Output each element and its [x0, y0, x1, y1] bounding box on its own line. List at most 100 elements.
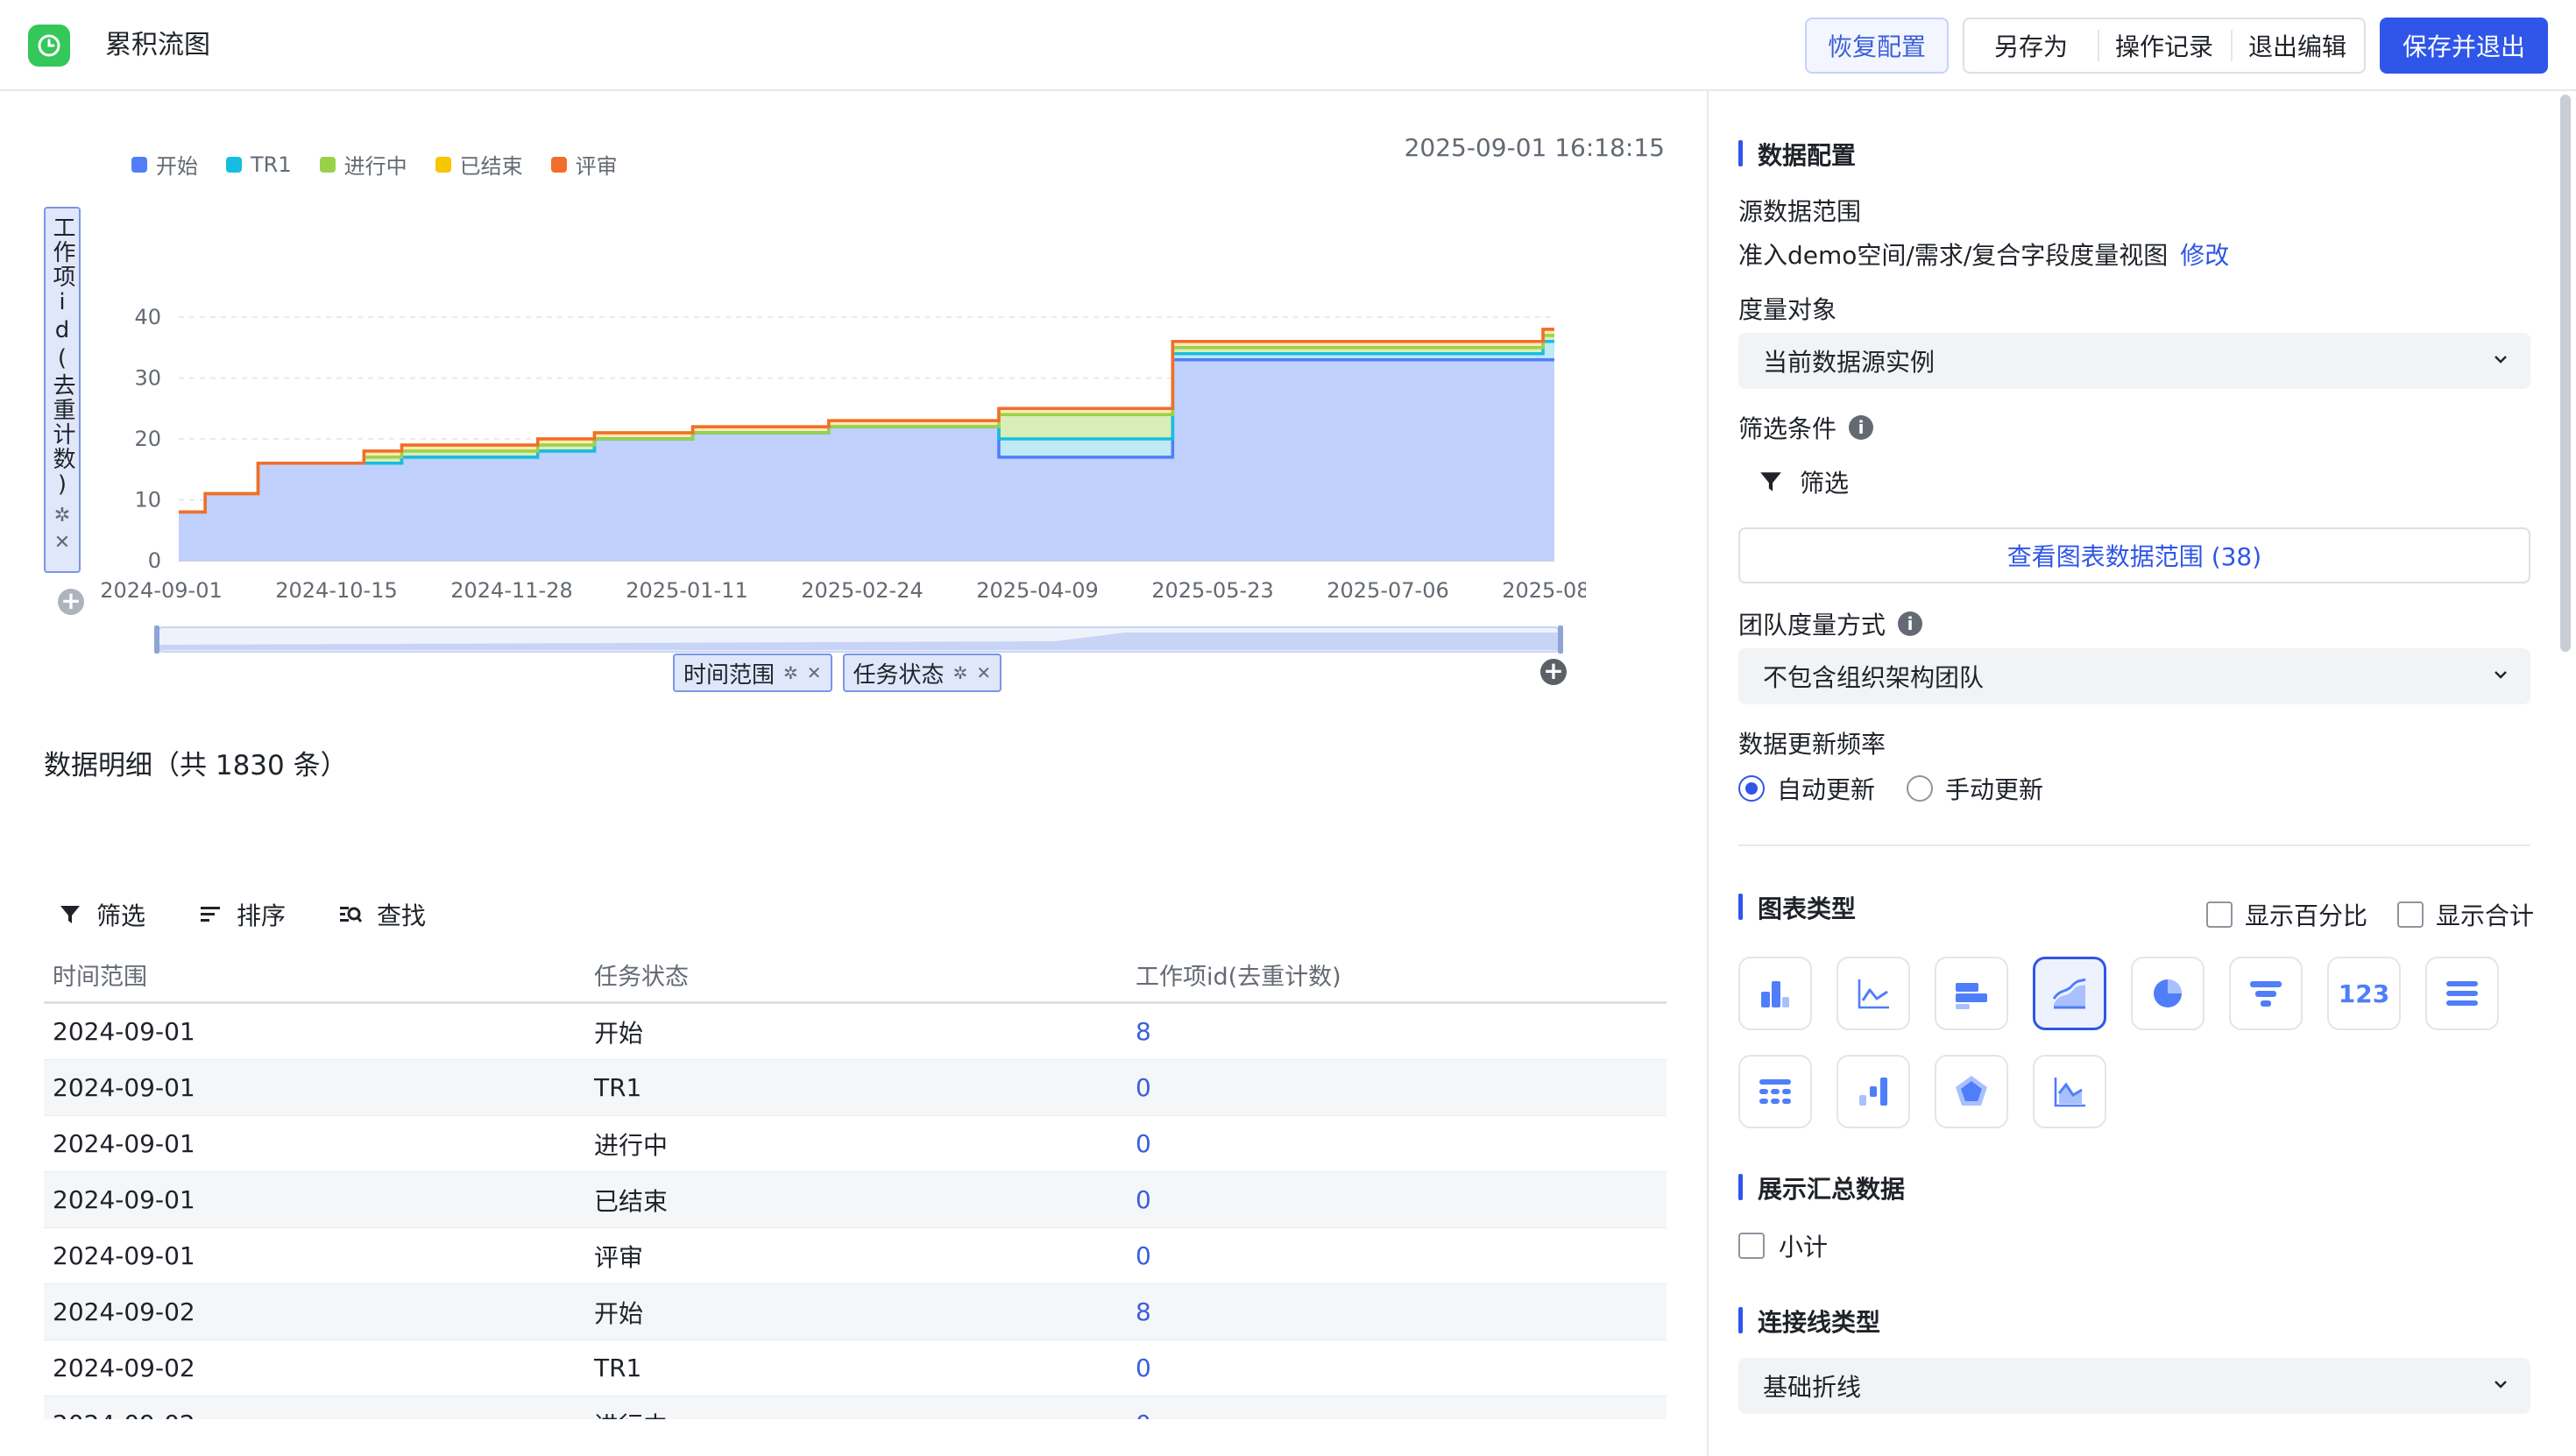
- add-dimension-plus-icon[interactable]: +: [1540, 659, 1567, 685]
- gear-icon[interactable]: ✲: [54, 505, 70, 527]
- filter-tool-button[interactable]: 筛选: [58, 897, 145, 932]
- table-cell: 2024-09-02: [53, 1297, 195, 1326]
- y-tick-label: 0: [148, 548, 161, 573]
- line-type-select[interactable]: 基础折线: [1738, 1358, 2530, 1414]
- table-row: 2024-09-02 开始 8: [44, 1284, 1667, 1340]
- legend-item[interactable]: 进行中: [319, 149, 407, 180]
- chart-type-list[interactable]: [2425, 957, 2499, 1030]
- dimension-tags: 时间范围 ✲ ✕ 任务状态 ✲ ✕: [673, 654, 1002, 692]
- horizontal-bar-icon: [1956, 983, 1987, 1009]
- gear-icon[interactable]: ✲: [783, 662, 798, 683]
- gear-icon[interactable]: ✲: [953, 662, 968, 683]
- filter-tool-label: 筛选: [96, 901, 146, 930]
- sort-tool-button[interactable]: 排序: [198, 897, 286, 932]
- table-cell: 2024-09-01: [53, 1017, 195, 1046]
- table-cell: 已结束: [594, 1186, 669, 1216]
- chart-type-area[interactable]: [2033, 1055, 2106, 1128]
- radio-dot-selected[interactable]: [1738, 775, 1765, 802]
- chart-type-waterfall[interactable]: [1836, 1055, 1910, 1128]
- close-icon[interactable]: ✕: [54, 532, 70, 554]
- save-and-exit-button[interactable]: 保存并退出: [2380, 18, 2548, 74]
- chart-type-cumulative-flow[interactable]: [2033, 957, 2106, 1030]
- radio-auto-update[interactable]: 自动更新: [1738, 771, 1875, 806]
- close-icon[interactable]: ✕: [976, 662, 991, 683]
- measure-object-label: 度量对象: [1738, 291, 1836, 326]
- sort-icon: [201, 907, 221, 922]
- column-header[interactable]: 时间范围: [44, 958, 585, 992]
- page-title: 累积流图: [105, 30, 210, 60]
- radio-manual-update[interactable]: 手动更新: [1907, 771, 2043, 806]
- legend-item[interactable]: 已结束: [435, 149, 523, 180]
- filter-condition-label: 筛选条件 i: [1738, 410, 1874, 445]
- dimension-tag-label: 任务状态: [853, 661, 945, 689]
- chart-type-pivot-table[interactable]: [1738, 1055, 1812, 1128]
- legend-label: 已结束: [459, 154, 523, 179]
- chart-type-line[interactable]: [1836, 957, 1910, 1030]
- source-edit-link[interactable]: 修改: [2180, 241, 2229, 270]
- y-axis-field-tag[interactable]: 工作项id(去重计数) ✲ ✕: [44, 207, 81, 573]
- column-header[interactable]: 任务状态: [585, 958, 1127, 992]
- source-range-value: 准入demo空间/需求/复合字段度量视图: [1738, 241, 2169, 270]
- y-tick-label: 20: [134, 427, 161, 451]
- exit-edit-button[interactable]: 退出编辑: [2231, 28, 2364, 63]
- info-icon[interactable]: i: [1849, 415, 1874, 440]
- y-tick-label: 30: [134, 366, 161, 391]
- x-tick-label: 2025-05-23: [1151, 578, 1273, 603]
- dimension-tag-time-range[interactable]: 时间范围 ✲ ✕: [673, 654, 832, 692]
- source-range-label-text: 源数据范围: [1738, 197, 1862, 226]
- line-chart-icon: [1858, 979, 1889, 1009]
- table-cell-link[interactable]: 0: [1127, 1241, 1667, 1270]
- legend-swatch: [550, 156, 567, 173]
- chart-type-pie[interactable]: [2131, 957, 2204, 1030]
- history-button[interactable]: 操作记录: [2098, 28, 2231, 63]
- legend-item[interactable]: 评审: [550, 149, 618, 180]
- view-chart-range-button[interactable]: 查看图表数据范围 (38): [1738, 527, 2530, 583]
- chart-type-funnel[interactable]: [2229, 957, 2303, 1030]
- legend-item[interactable]: 开始: [131, 149, 198, 180]
- restore-config-button[interactable]: 恢复配置: [1805, 18, 1949, 74]
- legend-swatch: [435, 156, 451, 173]
- measure-object-value: 当前数据源实例: [1763, 348, 1936, 377]
- chart-timestamp: 2025-09-01 16:18:15: [1404, 133, 1665, 162]
- find-tool-button[interactable]: 查找: [338, 897, 426, 932]
- chart-type-number-card[interactable]: 123: [2327, 957, 2401, 1030]
- area-chart-icon: [2054, 1078, 2085, 1107]
- chart-type-bar[interactable]: [1738, 957, 1812, 1030]
- subtotal-checkbox[interactable]: 小计: [1738, 1228, 1828, 1263]
- table-cell-link[interactable]: 0: [1127, 1073, 1667, 1102]
- legend-item[interactable]: TR1: [226, 149, 292, 180]
- table-cell-link[interactable]: 0: [1127, 1354, 1667, 1382]
- checkbox-box[interactable]: [1738, 1233, 1765, 1259]
- update-frequency-label: 数据更新频率: [1738, 725, 1886, 760]
- close-icon[interactable]: ✕: [807, 662, 822, 683]
- table-cell-link[interactable]: 0: [1127, 1129, 1667, 1158]
- table-cell-link[interactable]: 8: [1127, 1017, 1667, 1046]
- team-measure-select[interactable]: 不包含组织架构团队: [1738, 648, 2530, 704]
- pivot-table-icon: [1759, 1079, 1791, 1104]
- chart-type-horizontal-bar[interactable]: [1935, 957, 2008, 1030]
- config-scrollbar[interactable]: [2560, 95, 2571, 652]
- table-cell-link[interactable]: 8: [1127, 1297, 1667, 1326]
- radio-dot[interactable]: [1907, 775, 1934, 802]
- cumulative-flow-icon: [2052, 978, 2086, 1009]
- dimension-tag-task-status[interactable]: 任务状态 ✲ ✕: [842, 654, 1002, 692]
- table-row: 2024-09-02 TR1 0: [44, 1340, 1667, 1396]
- column-header[interactable]: 工作项id(去重计数): [1127, 958, 1667, 992]
- table-row: 2024-09-01 开始 8: [44, 1004, 1667, 1060]
- save-as-button[interactable]: 另存为: [1964, 28, 2098, 63]
- x-tick-label: 2024-10-15: [275, 578, 397, 603]
- x-tick-label: 2025-04-09: [976, 578, 1098, 603]
- app-logo-icon: [28, 25, 70, 67]
- team-measure-value: 不包含组织架构团队: [1763, 663, 1985, 692]
- info-icon[interactable]: i: [1898, 611, 1923, 636]
- detail-title: 数据明细（共 1830 条）: [44, 750, 348, 781]
- measure-object-select[interactable]: 当前数据源实例: [1738, 333, 2530, 389]
- legend-label: TR1: [251, 152, 292, 177]
- source-range-label: 源数据范围: [1738, 193, 1861, 228]
- table-cell-link[interactable]: 0: [1127, 1185, 1667, 1214]
- radar-icon: [1956, 1076, 1987, 1106]
- chart-type-radar[interactable]: [1935, 1055, 2008, 1128]
- add-y-field-plus-icon[interactable]: +: [58, 589, 84, 615]
- table-cell-link[interactable]: 0: [1127, 1410, 1667, 1419]
- config-filter-button[interactable]: 筛选: [1758, 464, 1849, 499]
